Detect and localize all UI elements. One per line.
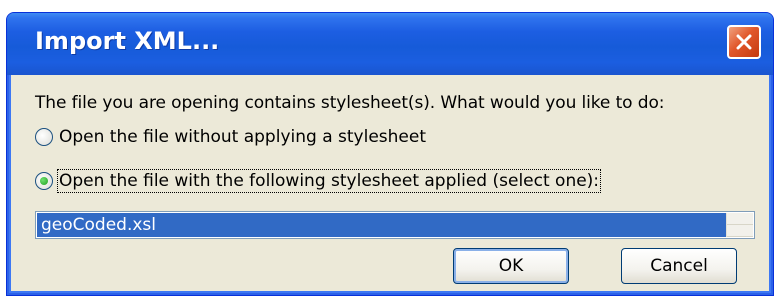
- close-icon: [736, 34, 752, 50]
- stylesheet-list[interactable]: geoCoded.xsl: [35, 211, 755, 239]
- scroll-up-button[interactable]: [727, 213, 753, 225]
- option-apply-stylesheet[interactable]: Open the file with the following stylesh…: [35, 168, 602, 194]
- list-item[interactable]: geoCoded.xsl: [37, 213, 726, 237]
- scroll-down-button[interactable]: [727, 225, 753, 237]
- dialog-body: The file you are opening contains styles…: [11, 75, 769, 291]
- list-scrollbar[interactable]: [726, 213, 753, 237]
- cancel-button[interactable]: Cancel: [621, 248, 737, 284]
- radio-apply-stylesheet[interactable]: [35, 172, 53, 190]
- prompt-text: The file you are opening contains styles…: [35, 93, 665, 113]
- import-xml-dialog: Import XML... The file you are opening c…: [6, 12, 774, 296]
- title-bar[interactable]: Import XML...: [7, 13, 773, 75]
- option-apply-stylesheet-label: Open the file with the following stylesh…: [56, 169, 602, 193]
- ok-button[interactable]: OK: [453, 248, 569, 284]
- close-button[interactable]: [727, 25, 761, 59]
- option-no-stylesheet[interactable]: Open the file without applying a stylesh…: [35, 124, 426, 150]
- window-title: Import XML...: [35, 27, 220, 55]
- option-no-stylesheet-label: Open the file without applying a stylesh…: [59, 127, 426, 147]
- radio-no-stylesheet[interactable]: [35, 128, 53, 146]
